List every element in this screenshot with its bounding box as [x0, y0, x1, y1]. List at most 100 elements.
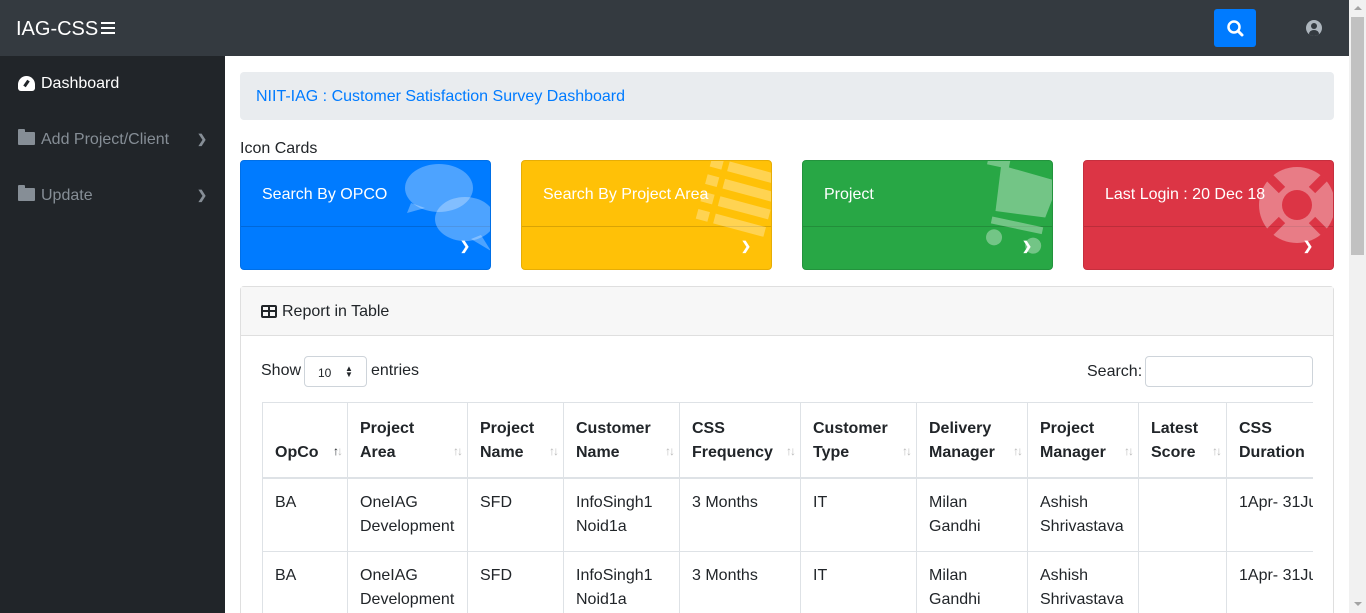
table-cell [1138, 477, 1227, 552]
column-header-customer-type[interactable]: Customer Type ↑↓ [800, 402, 917, 479]
table-cell: Ashish Shrivastava [1027, 477, 1139, 552]
column-header-label: Project Name [480, 419, 535, 461]
column-header-delivery-manager[interactable]: Delivery Manager ↑↓ [916, 402, 1028, 479]
table-cell: BA [262, 550, 348, 613]
sort-icon: ↑↓ [786, 443, 796, 458]
user-circle-icon[interactable] [1306, 20, 1322, 36]
table-cell: OneIAG Development [347, 550, 468, 613]
brand-title[interactable]: IAG-CSS [16, 17, 98, 41]
scroll-down-arrow-icon[interactable] [1349, 596, 1366, 613]
card-project[interactable]: Project ❯ [802, 160, 1053, 270]
show-label: Show [261, 362, 302, 379]
sort-icon: ↑↓ [1124, 443, 1134, 458]
table-cell: SFD [467, 477, 564, 552]
sort-icon: ↑↓ [549, 443, 559, 458]
card-title: Project [824, 186, 874, 203]
column-header-label: Latest Score [1151, 419, 1199, 461]
table-row: BA OneIAG Development SFD InfoSingh1 Noi… [262, 550, 1313, 613]
table-cell: 3 Months [679, 550, 801, 613]
sort-icon: ↑↓ [1013, 443, 1023, 458]
breadcrumb: NIIT-IAG : Customer Satisfaction Survey … [240, 72, 1334, 120]
entries-per-page-select[interactable]: 10 ▲ ▼ [304, 356, 367, 387]
sort-icon: ↑↓ [1212, 443, 1222, 458]
column-header-label: Customer Name [576, 419, 651, 461]
report-title: Report in Table [282, 303, 390, 320]
hamburger-menu-icon[interactable] [101, 22, 115, 34]
report-panel: Report in Table Show 10 ▲ ▼ entries Searc… [240, 286, 1334, 613]
column-header-project-name[interactable]: Project Name ↑↓ [467, 402, 564, 479]
column-header-label: Project Manager [1040, 419, 1106, 461]
table-cell: Ashish Shrivastava [1027, 550, 1139, 613]
sidebar-item-label: Update [41, 187, 93, 204]
table-cell: BA [262, 477, 348, 552]
column-header-label: CSS Duration [1239, 419, 1305, 461]
table-icon [261, 305, 277, 318]
card-title: Last Login : 20 Dec 18 [1105, 186, 1266, 203]
table-cell: SFD [467, 550, 564, 613]
icon-cards-heading: Icon Cards [240, 140, 318, 157]
select-arrows-icon: ▲ ▼ [345, 364, 353, 379]
search-icon [1227, 20, 1244, 37]
column-header-css-duration[interactable]: CSS Duration [1226, 402, 1313, 479]
sort-icon: ↑↓ [665, 443, 675, 458]
report-table: OpCo ↑↓ Project Area ↑↓ Project Name ↑↓ Cus… [262, 402, 1313, 613]
column-header-label: OpCo [275, 443, 319, 461]
entries-select-value: 10 [318, 366, 332, 380]
scroll-up-arrow-icon[interactable] [1349, 0, 1366, 17]
table-cell [1138, 550, 1227, 613]
comments-icon [405, 164, 490, 251]
card-search-by-project-area[interactable]: Search By Project Area ❯ [521, 160, 772, 270]
search-label: Search: [1087, 363, 1143, 380]
folder-icon [18, 185, 35, 201]
chevron-right-icon: ❯ [1302, 239, 1313, 253]
chevron-right-icon: ❯ [197, 132, 208, 146]
card-last-login[interactable]: Last Login : 20 Dec 18 ❯ [1083, 160, 1334, 270]
report-header: Report in Table [241, 287, 1333, 336]
entries-label: entries [371, 362, 420, 379]
report-table-container: OpCo ↑↓ Project Area ↑↓ Project Name ↑↓ Cus… [262, 402, 1313, 613]
card-title: Search By Project Area [543, 186, 709, 203]
table-cell: OneIAG Development [347, 477, 468, 552]
sidebar-item-dashboard[interactable]: Dashboard [0, 56, 225, 112]
search-button[interactable] [1214, 9, 1256, 47]
table-cell: IT [800, 477, 917, 552]
column-header-project-area[interactable]: Project Area ↑↓ [347, 402, 468, 479]
folder-icon [18, 129, 35, 145]
table-row: BA OneIAG Development SFD InfoSingh1 Noi… [262, 477, 1313, 552]
sidebar-item-update[interactable]: Update ❯ [0, 168, 225, 224]
column-header-opco[interactable]: OpCo ↑↓ [262, 402, 348, 479]
column-header-label: Customer Type [813, 419, 888, 461]
table-cell: 1Apr- 31Jul [1226, 477, 1313, 552]
scroll-thumb[interactable] [1351, 17, 1364, 255]
chevron-right-icon: ❯ [1021, 239, 1032, 253]
column-header-css-frequency[interactable]: CSS Frequency ↑↓ [679, 402, 801, 479]
column-header-label: CSS Frequency [692, 419, 773, 461]
chevron-right-icon: ❯ [740, 239, 751, 253]
breadcrumb-link-dashboard[interactable]: NIIT-IAG : Customer Satisfaction Survey … [256, 88, 625, 106]
table-cell: InfoSingh1 Noid1a [563, 550, 680, 613]
sidebar-item-add-project-client[interactable]: Add Project/Client ❯ [0, 112, 225, 168]
chevron-right-icon: ❯ [197, 188, 208, 202]
column-header-project-manager[interactable]: Project Manager ↑↓ [1027, 402, 1139, 479]
sort-icon: ↑↓ [453, 443, 463, 458]
top-navbar: IAG-CSS [0, 0, 1349, 56]
table-cell: InfoSingh1 Noid1a [563, 477, 680, 552]
table-cell: 3 Months [679, 477, 801, 552]
table-cell: Milan Gandhi [916, 550, 1028, 613]
table-header-row: OpCo ↑↓ Project Area ↑↓ Project Name ↑↓ Cus… [262, 402, 1313, 479]
table-cell: Milan Gandhi [916, 477, 1028, 552]
page-scrollbar[interactable] [1349, 0, 1366, 613]
sidebar: Dashboard Add Project/Client ❯ Update ❯ [0, 56, 225, 613]
table-cell: IT [800, 550, 917, 613]
card-title: Search By OPCO [262, 186, 388, 203]
card-search-by-opco[interactable]: Search By OPCO ❯ [240, 160, 491, 270]
column-header-customer-name[interactable]: Customer Name ↑↓ [563, 402, 680, 479]
tachometer-icon [18, 76, 35, 91]
sort-ascending-icon: ↑↓ [333, 443, 343, 458]
shopping-cart-icon [986, 161, 1052, 254]
sort-icon: ↑↓ [902, 443, 912, 458]
sidebar-item-label: Add Project/Client [41, 131, 170, 148]
sidebar-item-label: Dashboard [41, 75, 120, 92]
table-search-input[interactable] [1145, 356, 1313, 387]
column-header-latest-score[interactable]: Latest Score ↑↓ [1138, 402, 1227, 479]
